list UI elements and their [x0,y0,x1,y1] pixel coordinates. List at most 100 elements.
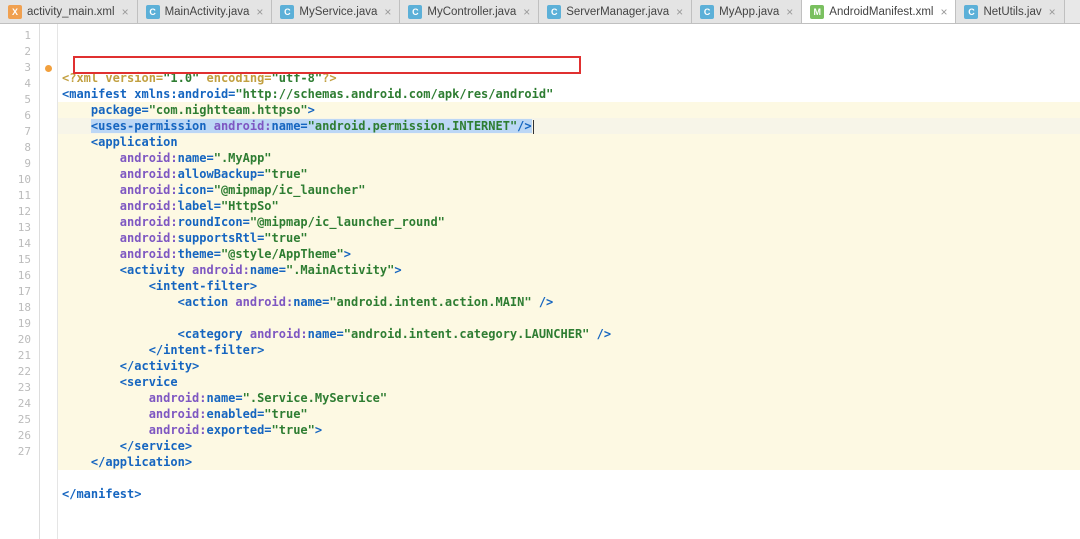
selection: <uses-permission android:name="android.p… [91,119,532,133]
code-line: android:enabled="true" [58,406,1080,422]
token: exported= [207,423,272,437]
token: android: [235,295,293,309]
token: "android.intent.action.MAIN" [329,295,531,309]
line-number: 27 [0,444,39,460]
tab-label: ServerManager.java [566,6,669,18]
code-line: <?xml version="1.0" encoding="utf-8"?> [58,70,1080,86]
token: icon= [178,183,214,197]
token: android: [120,231,178,245]
line-number: 1 [0,28,39,44]
tab-label: MainActivity.java [165,6,250,18]
token: "@mipmap/ic_launcher_round" [250,215,445,229]
token: /> [517,119,531,133]
code-line: android:roundIcon="@mipmap/ic_launcher_r… [58,214,1080,230]
text-caret [533,120,534,134]
token: android: [120,183,178,197]
line-number: 25 [0,412,39,428]
token: android: [149,423,207,437]
java-file-icon: C [547,5,561,19]
tab-activity_main-xml[interactable]: Xactivity_main.xml× [0,0,138,23]
line-number: 14 [0,236,39,252]
code-area[interactable]: <?xml version="1.0" encoding="utf-8"?><m… [58,24,1080,539]
code-line [58,310,1080,326]
gutter-marker-slot [40,380,57,396]
token: "true" [264,407,307,421]
token: </application> [91,455,192,469]
close-icon[interactable]: × [676,6,683,18]
line-number: 3 [0,60,39,76]
xml-file-icon: X [8,5,22,19]
gutter-marker-slot [40,332,57,348]
gutter-marker-slot [40,348,57,364]
tab-servermanager-java[interactable]: C ServerManager.java × [539,0,692,23]
token: android: [120,151,178,165]
close-icon[interactable]: × [1049,6,1056,18]
gutter-marker-slot [40,300,57,316]
token: android: [149,407,207,421]
line-number: 4 [0,76,39,92]
tab-myapp-java[interactable]: CMyApp.java× [692,0,802,23]
line-number: 21 [0,348,39,364]
token: "1.0" [163,71,199,85]
gutter-marker-slot [40,28,57,44]
code-line: </manifest> [58,486,1080,502]
line-number: 18 [0,300,39,316]
token: name= [207,391,243,405]
close-icon[interactable]: × [523,6,530,18]
token: roundIcon= [178,215,250,229]
line-number: 20 [0,332,39,348]
manifest-file-icon: M [810,5,824,19]
code-editor[interactable]: 1234567891011121314151617181920212223242… [0,24,1080,539]
java-file-icon: C [146,5,160,19]
token: ".MainActivity" [286,263,394,277]
tab-myservice-java[interactable]: CMyService.java× [272,0,400,23]
token: name= [293,295,329,309]
line-number: 5 [0,92,39,108]
gutter-marker-slot [40,284,57,300]
code-line: android:supportsRtl="true" [58,230,1080,246]
tab-label: NetUtils.jav [983,6,1041,18]
line-number: 17 [0,284,39,300]
token: android: [250,327,308,341]
code-line: <application [58,134,1080,150]
gutter-marker-slot [40,428,57,444]
line-number: 6 [0,108,39,124]
token: android: [149,391,207,405]
gutter-marker-slot [40,108,57,124]
token: <category [178,327,250,341]
token: <manifest [62,87,134,101]
close-icon[interactable]: × [384,6,391,18]
gutter-marker-slot [40,364,57,380]
gutter-marker-slot [40,444,57,460]
close-icon[interactable]: × [940,6,947,18]
close-icon[interactable]: × [786,6,793,18]
tab-mycontroller-java[interactable]: CMyController.java× [400,0,539,23]
tab-netutils-jav[interactable]: CNetUtils.jav× [956,0,1064,23]
tab-androidmanifest-xml[interactable]: MAndroidManifest.xml× [802,0,956,24]
token: <service [120,375,178,389]
line-number: 23 [0,380,39,396]
token: android: [120,215,178,229]
gutter-marker-slot [40,172,57,188]
code-line: </application> [58,454,1080,470]
token: </activity> [120,359,199,373]
code-line: </service> [58,438,1080,454]
token: <intent-filter> [149,279,257,293]
code-line: package="com.nightteam.httpso"> [58,102,1080,118]
line-number: 2 [0,44,39,60]
tab-mainactivity-java[interactable]: C MainActivity.java × [138,0,273,23]
gutter-marker-slot [40,44,57,60]
close-icon[interactable]: × [122,6,129,18]
token: <activity [120,263,192,277]
token: allowBackup= [178,167,265,181]
token: "true" [264,167,307,181]
java-file-icon: C [700,5,714,19]
close-icon[interactable]: × [256,6,263,18]
token: name= [308,327,344,341]
line-number: 16 [0,268,39,284]
code-line: android:allowBackup="true" [58,166,1080,182]
code-line [58,470,1080,486]
line-number-gutter: 1234567891011121314151617181920212223242… [0,24,40,539]
token: "android.permission.INTERNET" [308,119,518,133]
gutter-marker-slot [40,76,57,92]
